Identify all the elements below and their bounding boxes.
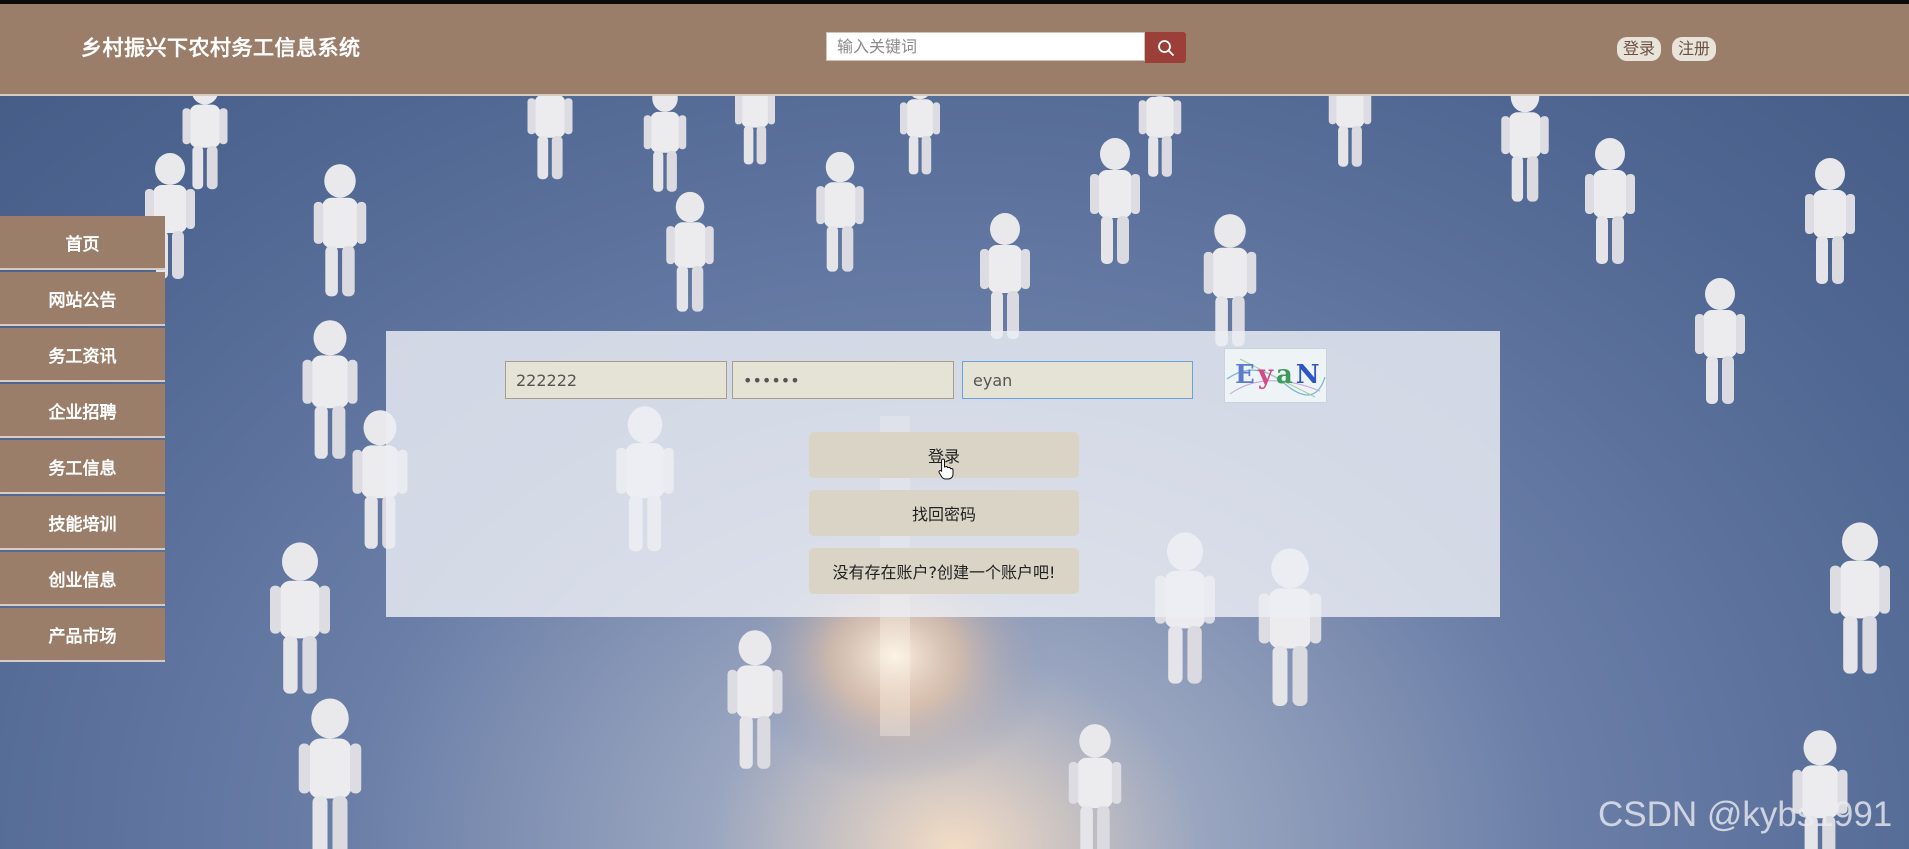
username-field[interactable] (505, 361, 727, 399)
captcha-image[interactable]: EyaN (1224, 348, 1327, 403)
watermark: CSDN @kybs1991 (1598, 795, 1893, 834)
sidebar-item-home[interactable]: 首页 (0, 216, 165, 270)
password-field[interactable] (732, 361, 954, 399)
captcha-field[interactable] (962, 361, 1193, 399)
site-header: 乡村振兴下农村务工信息系统 登录 注册 (0, 4, 1909, 96)
captcha-image-graphic: EyaN (1226, 358, 1326, 398)
recover-password-button[interactable]: 找回密码 (809, 490, 1079, 536)
sidebar-item-skill-training[interactable]: 技能培训 (0, 496, 165, 550)
search-icon (1157, 39, 1174, 56)
captcha-text: EyaN (1235, 360, 1320, 390)
register-button[interactable]: 注册 (1672, 37, 1717, 61)
sidebar-item-work-news[interactable]: 务工资讯 (0, 328, 165, 382)
sidebar-item-product-market[interactable]: 产品市场 (0, 608, 165, 662)
login-button[interactable]: 登录 (1617, 37, 1662, 61)
site-title: 乡村振兴下农村务工信息系统 (81, 36, 361, 60)
sidebar-item-entrepreneurship[interactable]: 创业信息 (0, 552, 165, 606)
search-button[interactable] (1145, 32, 1186, 63)
search-input[interactable] (826, 32, 1145, 61)
hand-cursor-icon (938, 458, 954, 480)
sidebar-item-announcements[interactable]: 网站公告 (0, 272, 165, 326)
create-account-link[interactable]: 没有存在账户?创建一个账户吧! (809, 548, 1079, 594)
sidebar-nav: 首页 网站公告 务工资讯 企业招聘 务工信息 技能培训 创业信息 产品市场 (0, 216, 165, 664)
sidebar-item-work-info[interactable]: 务工信息 (0, 440, 165, 494)
sidebar-item-recruitment[interactable]: 企业招聘 (0, 384, 165, 438)
